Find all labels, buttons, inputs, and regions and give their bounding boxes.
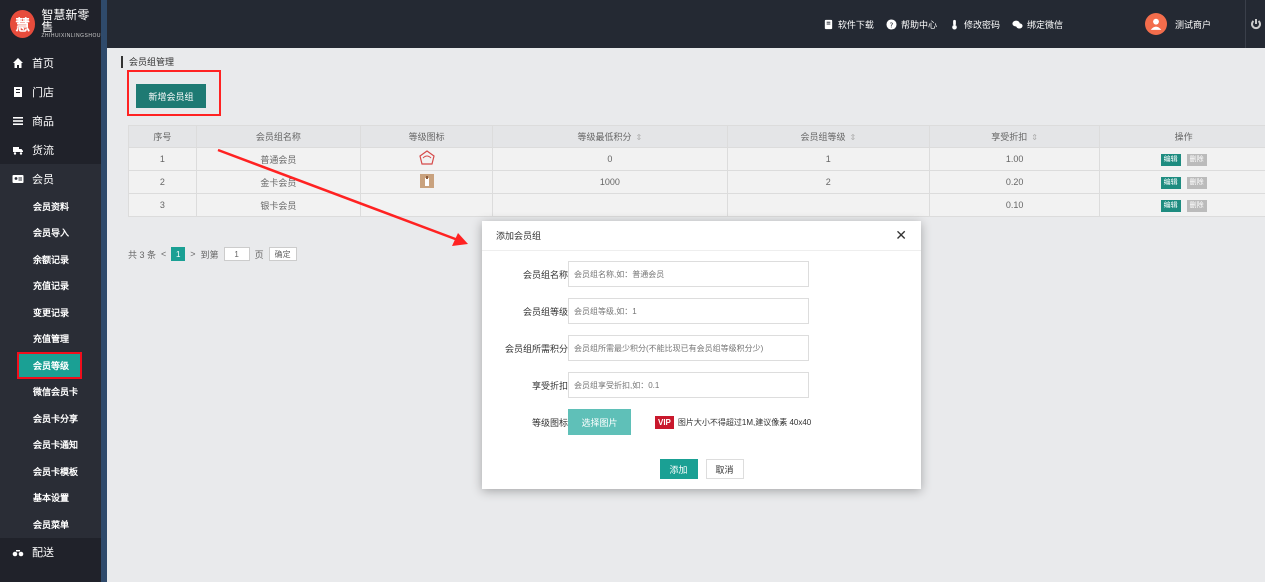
user-name: 测试商户 — [1174, 19, 1211, 30]
field-group-name: 会员组名称 — [482, 261, 921, 287]
sidebar-sub-card-share[interactable]: 会员卡分享 — [0, 405, 101, 432]
sidebar-sub-basic-settings[interactable]: 基本设置 — [0, 485, 101, 512]
sidebar-sub-balance-log[interactable]: 余额记录 — [0, 246, 101, 273]
sidebar-sub-card-notice[interactable]: 会员卡通知 — [0, 432, 101, 459]
level-image-icon — [419, 174, 434, 188]
breadcrumb: 会员组管理 — [121, 56, 174, 68]
col-actions: 操作 — [1099, 125, 1265, 148]
truck-icon — [13, 146, 23, 155]
bind-wechat-link[interactable]: 绑定微信 — [1012, 18, 1063, 31]
group-name-input[interactable] — [568, 261, 809, 287]
delete-button[interactable]: 删除 — [1186, 176, 1207, 189]
power-icon — [1250, 19, 1261, 30]
user-icon — [1150, 18, 1162, 30]
brand-sub: ZHIHUIXINLINGSHOU — [41, 32, 101, 39]
pagination: 共 3 条 < 1 > 到第 1 页 确定 — [128, 247, 297, 261]
vip-icon: VIP — [655, 415, 674, 429]
key-icon — [952, 19, 957, 30]
col-level[interactable]: 会员组等级 ⇕ — [726, 125, 930, 148]
sort-icon: ⇕ — [635, 133, 643, 142]
page-unit: 页 — [254, 249, 264, 260]
user-menu[interactable]: 测试商户 — [1144, 13, 1211, 35]
store-icon — [14, 86, 22, 97]
dialog-title: 添加会员组 — [496, 231, 542, 241]
download-link[interactable]: 软件下载 — [823, 18, 874, 31]
sidebar-sub-wechat-card[interactable]: 微信会员卡 — [0, 379, 101, 406]
svg-text:?: ? — [889, 20, 893, 29]
dialog-header: 添加会员组 ✕ — [482, 221, 921, 251]
sidebar-sub-recharge-manage[interactable]: 充值管理 — [0, 326, 101, 353]
sidebar-item-logistics[interactable]: 货流 — [0, 135, 101, 164]
confirm-add-button[interactable]: 添加 — [659, 459, 698, 479]
table-row: 1 普通会员 0 1 1.00 编辑 删除 — [128, 147, 1265, 171]
goto-label: 到第 — [200, 249, 219, 260]
top-bar: 软件下载 ? 帮助中心 修改密码 绑定微信 测试商户 — [107, 0, 1265, 48]
sidebar-sub-recharge-log[interactable]: 充值记录 — [0, 273, 101, 300]
field-group-level: 会员组等级 — [482, 298, 921, 324]
logo: 慧 智慧新零售 ZHIHUIXINLINGSHOU — [0, 0, 101, 48]
add-member-group-dialog: 添加会员组 ✕ 会员组名称 会员组等级 会员组所需积分 享受折扣 等级图标 选择… — [482, 221, 921, 489]
col-name: 会员组名称 — [195, 125, 362, 148]
member-card-icon — [12, 174, 24, 183]
add-member-group-button[interactable]: 新增会员组 — [136, 84, 206, 108]
goto-confirm-button[interactable]: 确定 — [268, 247, 297, 261]
sidebar-sub-card-template[interactable]: 会员卡模板 — [0, 458, 101, 485]
sort-icon: ⇕ — [1031, 133, 1038, 142]
close-icon[interactable]: ✕ — [895, 227, 907, 244]
member-submenu: 会员资料 会员导入 余额记录 充值记录 变更记录 充值管理 会员等级 微信会员卡… — [0, 193, 101, 538]
level-badge-icon — [418, 150, 435, 165]
sidebar-sub-member-menu[interactable]: 会员菜单 — [0, 511, 101, 538]
group-level-input[interactable] — [568, 298, 809, 324]
group-points-input[interactable] — [568, 335, 809, 361]
next-page-icon[interactable]: > — [190, 249, 195, 259]
sort-icon: ⇕ — [849, 133, 857, 142]
sidebar-sub-change-log[interactable]: 变更记录 — [0, 299, 101, 326]
sidebar-sub-member-profile[interactable]: 会员资料 — [0, 193, 101, 220]
col-no: 序号 — [128, 125, 197, 148]
sidebar-item-goods[interactable]: 商品 — [0, 106, 101, 135]
prev-page-icon[interactable]: < — [161, 249, 166, 259]
dialog-actions: 添加 取消 — [482, 459, 921, 479]
sidebar: 慧 智慧新零售 ZHIHUIXINLINGSHOU 首页 门店 商品 货流 会员… — [0, 0, 101, 582]
field-group-points: 会员组所需积分 — [482, 335, 921, 361]
brand-name: 智慧新零售 — [41, 7, 90, 35]
help-link[interactable]: ? 帮助中心 — [886, 18, 937, 31]
table-row: 3 银卡会员 0.10 编辑 删除 — [128, 193, 1265, 217]
avatar — [1144, 13, 1167, 35]
bike-icon — [12, 550, 24, 557]
sidebar-sub-member-level[interactable]: 会员等级 — [17, 352, 82, 379]
sidebar-sub-member-import[interactable]: 会员导入 — [0, 220, 101, 247]
sidebar-item-member[interactable]: 会员 — [0, 164, 101, 193]
cancel-button[interactable]: 取消 — [705, 459, 744, 479]
delete-button[interactable]: 删除 — [1186, 199, 1207, 212]
field-discount: 享受折扣 — [482, 372, 921, 398]
logo-badge: 慧 — [10, 10, 36, 38]
list-icon — [13, 116, 23, 125]
change-password-link[interactable]: 修改密码 — [949, 18, 1000, 31]
field-level-icon: 等级图标 选择图片 VIP 图片大小不得超过1M,建议像素 40x40 — [482, 409, 921, 435]
current-page[interactable]: 1 — [171, 247, 186, 261]
sidebar-item-home[interactable]: 首页 — [0, 48, 101, 77]
sidebar-item-store[interactable]: 门店 — [0, 77, 101, 106]
sidebar-item-delivery[interactable]: 配送 — [0, 538, 101, 567]
col-points[interactable]: 等级最低积分 ⇕ — [492, 125, 728, 148]
edit-button[interactable]: 编辑 — [1160, 153, 1181, 166]
choose-image-button[interactable]: 选择图片 — [568, 409, 631, 435]
discount-input[interactable] — [568, 372, 809, 398]
col-icon: 等级图标 — [360, 125, 494, 148]
table-row: 2 金卡会员 1000 2 0.20 编辑 删除 — [128, 170, 1265, 194]
edit-button[interactable]: 编辑 — [1160, 176, 1181, 189]
total-count: 共 3 条 — [128, 249, 157, 260]
logout-button[interactable] — [1245, 0, 1265, 48]
image-hint: 图片大小不得超过1M,建议像素 40x40 — [677, 417, 812, 427]
member-group-table: 序号 会员组名称 等级图标 等级最低积分 ⇕ 会员组等级 ⇕ 享受折扣 ⇕ 操作 1 … — [128, 125, 1265, 217]
col-discount[interactable]: 享受折扣 ⇕ — [928, 125, 1101, 148]
edit-button[interactable]: 编辑 — [1160, 199, 1181, 212]
download-icon — [824, 19, 833, 29]
wechat-icon — [1012, 20, 1023, 28]
help-icon: ? — [886, 18, 897, 30]
delete-button[interactable]: 删除 — [1186, 153, 1207, 166]
home-icon — [13, 57, 23, 68]
page-input[interactable]: 1 — [223, 247, 250, 261]
